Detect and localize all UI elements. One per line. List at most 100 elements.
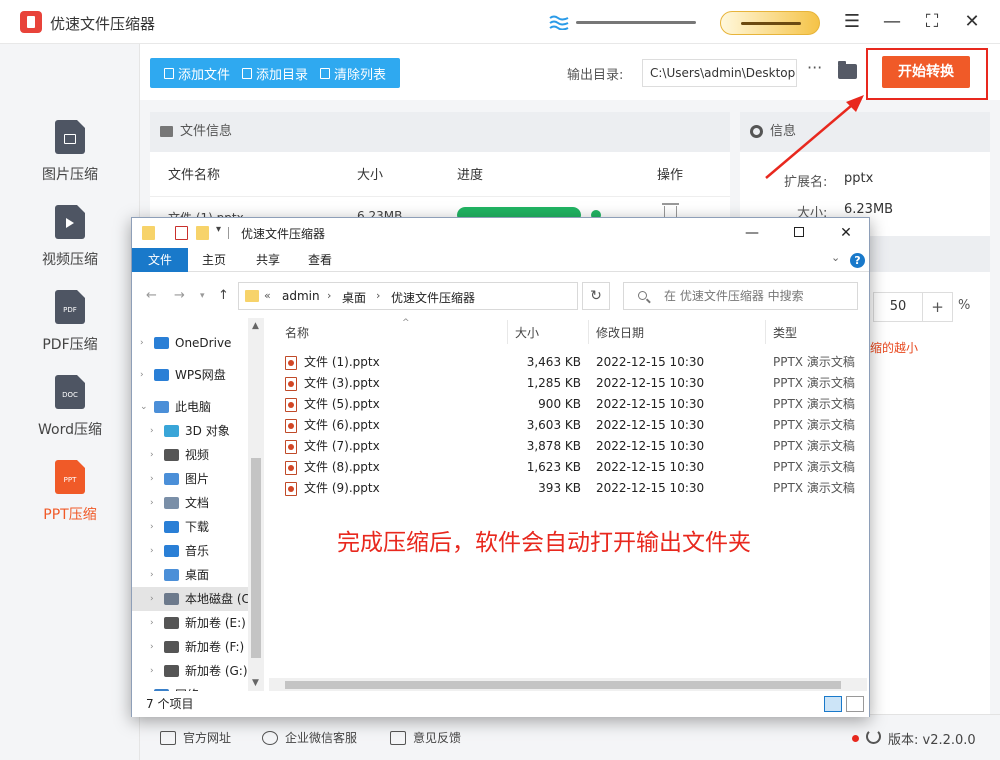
nav-scrollbar[interactable]: ▲ ▼ — [248, 318, 264, 691]
new-folder-icon[interactable] — [196, 226, 209, 240]
nav-item[interactable]: › 3D 对象 — [132, 419, 249, 443]
chevron-right-icon[interactable]: › — [150, 467, 154, 491]
chevron-right-icon[interactable]: › — [327, 289, 331, 302]
nav-item[interactable]: › 桌面 — [132, 563, 249, 587]
vip-button[interactable] — [720, 11, 820, 35]
wechat-support-link[interactable]: 企业微信客服 — [262, 729, 357, 746]
column-divider[interactable] — [507, 320, 508, 344]
chevron-right-icon[interactable]: › — [150, 515, 154, 539]
tab-view[interactable]: 查看 — [298, 248, 342, 272]
column-divider[interactable] — [588, 320, 589, 344]
forward-icon[interactable]: → — [174, 288, 185, 303]
tab-home[interactable]: 主页 — [192, 248, 236, 272]
chevron-right-icon[interactable]: › — [150, 539, 154, 563]
nav-item-label: 本地磁盘 (C:) — [185, 592, 249, 606]
horizontal-scrollbar[interactable] — [269, 678, 867, 692]
sidebar-item-image[interactable]: 图片压缩 — [0, 120, 140, 200]
explorer-minimize-button[interactable]: — — [737, 222, 767, 244]
sidebar-item-video[interactable]: 视频压缩 — [0, 205, 140, 285]
crumb-overflow[interactable]: « — [264, 289, 271, 302]
more-icon[interactable]: ··· — [807, 58, 822, 77]
nav-item[interactable]: › 新加卷 (E:) — [132, 611, 249, 635]
chevron-right-icon[interactable]: › — [376, 289, 380, 302]
nav-item[interactable]: › 视频 — [132, 443, 249, 467]
minimize-button[interactable]: — — [880, 10, 904, 34]
chevron-right-icon[interactable]: › — [150, 563, 154, 587]
chevron-right-icon[interactable]: › — [150, 635, 154, 659]
help-icon[interactable]: ? — [850, 253, 865, 268]
list-item[interactable]: 文件 (9).pptx 393 KB 2022-12-15 10:30 PPTX 演示… — [269, 478, 859, 499]
sidebar-item-ppt[interactable]: PPT PPT压缩 — [0, 460, 140, 540]
nav-item[interactable]: › 本地磁盘 (C:) — [132, 587, 249, 611]
feedback-link[interactable]: 意见反馈 — [390, 729, 461, 746]
list-item[interactable]: 文件 (8).pptx 1,623 KB 2022-12-15 10:30 PPTX … — [269, 457, 859, 478]
chevron-right-icon[interactable]: › — [150, 611, 154, 635]
nav-item[interactable]: ⌄ 此电脑 — [132, 395, 249, 419]
sidebar-item-pdf[interactable]: PDF PDF压缩 — [0, 290, 140, 370]
recent-dropdown-icon[interactable]: ▾ — [200, 291, 205, 301]
maximize-button[interactable]: ⛶ — [920, 10, 944, 34]
details-view-icon[interactable] — [824, 696, 842, 712]
up-icon[interactable]: ↑ — [218, 288, 229, 303]
breadcrumb-folder[interactable]: 优速文件压缩器 — [391, 289, 475, 306]
update-icon[interactable] — [866, 729, 881, 744]
website-link[interactable]: 官方网址 — [160, 729, 231, 746]
add-file-button[interactable]: 添加文件 — [158, 64, 236, 83]
chevron-right-icon[interactable]: › — [150, 419, 154, 443]
list-item[interactable]: 文件 (7).pptx 3,878 KB 2022-12-15 10:30 PPTX … — [269, 436, 859, 457]
back-icon[interactable]: ← — [146, 288, 157, 303]
quality-stepper-plus[interactable]: + — [923, 292, 953, 322]
properties-icon[interactable] — [175, 226, 188, 240]
nav-item[interactable]: › 音乐 — [132, 539, 249, 563]
tab-file[interactable]: 文件 — [132, 248, 188, 272]
customize-quick-access-icon[interactable]: ▾ — [216, 224, 221, 235]
pictures-folder-icon — [164, 473, 179, 485]
nav-item[interactable]: › OneDrive — [132, 331, 249, 355]
nav-item[interactable]: › 文档 — [132, 491, 249, 515]
chevron-down-icon[interactable]: ⌄ — [140, 395, 148, 419]
chevron-right-icon[interactable]: › — [140, 331, 144, 355]
quality-stepper-value[interactable]: 50 — [873, 292, 923, 322]
list-item[interactable]: 文件 (5).pptx 900 KB 2022-12-15 10:30 PPTX 演示… — [269, 394, 859, 415]
column-header-date[interactable]: 修改日期 — [596, 324, 644, 341]
column-header-type[interactable]: 类型 — [773, 324, 797, 341]
chevron-right-icon[interactable]: › — [140, 363, 144, 387]
nav-item[interactable]: › 图片 — [132, 467, 249, 491]
add-dir-button[interactable]: 添加目录 — [236, 64, 314, 83]
column-header-size[interactable]: 大小 — [515, 324, 539, 341]
chevron-right-icon[interactable]: › — [150, 443, 154, 467]
list-item[interactable]: 文件 (6).pptx 3,603 KB 2022-12-15 10:30 PPTX … — [269, 415, 859, 436]
refresh-icon[interactable]: ↻ — [582, 282, 610, 310]
chevron-right-icon[interactable]: › — [140, 683, 144, 691]
sidebar: 图片压缩 视频压缩 PDF PDF压缩 DOC Word压缩 PPT PPT压缩 — [0, 44, 140, 760]
list-item[interactable]: 文件 (1).pptx 3,463 KB 2022-12-15 10:30 PPTX … — [269, 352, 859, 373]
chevron-right-icon[interactable]: › — [150, 587, 154, 611]
list-item[interactable]: 文件 (3).pptx 1,285 KB 2022-12-15 10:30 PPTX … — [269, 373, 859, 394]
nav-item-label: 3D 对象 — [185, 424, 230, 438]
nav-item[interactable]: › 下载 — [132, 515, 249, 539]
expand-ribbon-icon[interactable]: ⌄ — [831, 251, 840, 264]
promo-banner[interactable] — [548, 12, 698, 32]
nav-item[interactable]: › 网络 — [132, 683, 249, 691]
menu-icon[interactable]: ☰ — [840, 10, 864, 34]
sidebar-item-word[interactable]: DOC Word压缩 — [0, 375, 140, 455]
column-header-name[interactable]: ^ 名称 — [285, 318, 410, 341]
nav-item[interactable]: › WPS网盘 — [132, 363, 249, 387]
explorer-maximize-button[interactable] — [784, 222, 814, 244]
chevron-right-icon[interactable]: › — [150, 659, 154, 683]
output-dir-field[interactable]: C:\Users\admin\Desktop — [642, 59, 797, 87]
address-bar[interactable]: « admin › 桌面 › 优速文件压缩器 ⌄ — [238, 282, 671, 310]
column-divider[interactable] — [765, 320, 766, 344]
large-icons-view-icon[interactable] — [846, 696, 864, 712]
explorer-close-button[interactable]: ✕ — [831, 222, 861, 244]
search-input[interactable]: 在 优速文件压缩器 中搜索 — [623, 282, 858, 310]
chevron-right-icon[interactable]: › — [150, 491, 154, 515]
breadcrumb-admin[interactable]: admin — [282, 289, 320, 303]
clear-list-button[interactable]: 清除列表 — [314, 64, 392, 83]
close-button[interactable]: ✕ — [960, 10, 984, 34]
breadcrumb-desktop[interactable]: 桌面 — [342, 289, 366, 306]
nav-item[interactable]: › 新加卷 (G:) — [132, 659, 249, 683]
tab-share[interactable]: 共享 — [246, 248, 290, 272]
nav-item[interactable]: › 新加卷 (F:) — [132, 635, 249, 659]
folder-icon[interactable] — [838, 61, 857, 79]
